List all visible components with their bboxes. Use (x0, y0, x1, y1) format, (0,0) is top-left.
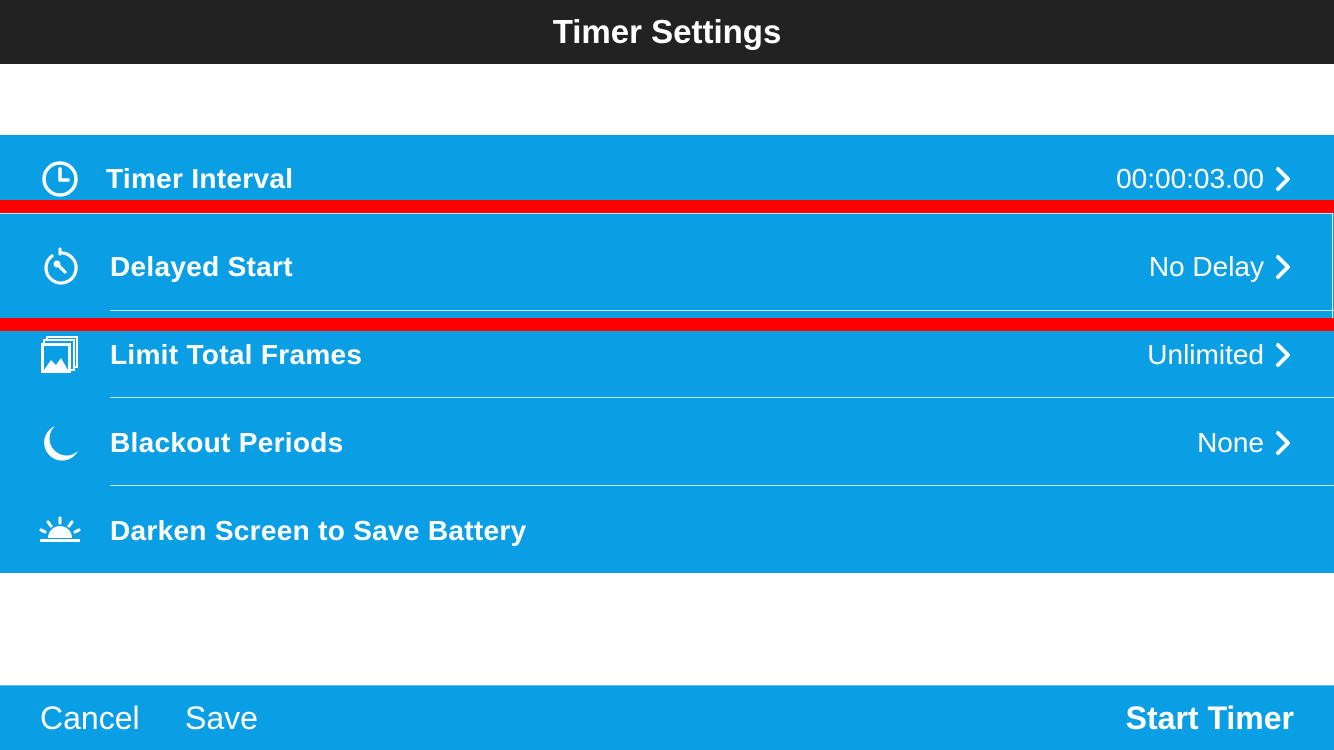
chevron-right-icon (1272, 164, 1294, 194)
row-divider (110, 397, 1334, 398)
setting-value: None (1197, 427, 1264, 458)
cancel-button[interactable]: Cancel (40, 686, 140, 750)
setting-label: Timer Interval (106, 163, 294, 194)
chevron-right-icon (1272, 340, 1294, 370)
row-divider (110, 485, 1334, 486)
save-button[interactable]: Save (185, 686, 258, 750)
settings-list: Timer Interval 00:00:03.00 Delayed Start… (0, 135, 1334, 573)
page-title: Timer Settings (552, 13, 782, 50)
start-timer-button[interactable]: Start Timer (1126, 686, 1294, 750)
bottom-toolbar: Cancel Save Start Timer (0, 685, 1334, 750)
setting-label: Delayed Start (110, 251, 293, 282)
setting-row-limit-total-frames[interactable]: Limit Total Frames Unlimited (0, 311, 1334, 399)
title-bar: Timer Settings (0, 0, 1334, 64)
setting-row-timer-interval[interactable]: Timer Interval 00:00:03.00 (0, 135, 1334, 223)
frames-icon (36, 331, 84, 379)
chevron-right-icon (1272, 252, 1294, 282)
moon-icon (36, 419, 84, 467)
clock-icon (36, 155, 84, 203)
stopwatch-icon (36, 243, 84, 291)
setting-label: Limit Total Frames (110, 339, 363, 370)
setting-row-blackout-periods[interactable]: Blackout Periods None (0, 399, 1334, 487)
setting-label: Blackout Periods (110, 427, 344, 458)
sunset-icon (36, 507, 84, 555)
setting-label: Darken Screen to Save Battery (110, 515, 527, 546)
setting-row-delayed-start[interactable]: Delayed Start No Delay (0, 223, 1334, 311)
setting-row-darken-screen[interactable]: Darken Screen to Save Battery (0, 487, 1334, 575)
setting-value: Unlimited (1147, 339, 1264, 370)
setting-value: No Delay (1148, 251, 1264, 282)
setting-value: 00:00:03.00 (1116, 163, 1264, 194)
chevron-right-icon (1272, 428, 1294, 458)
timer-settings-screen: Timer Settings Timer Interval 00:00:03.0… (0, 0, 1334, 750)
